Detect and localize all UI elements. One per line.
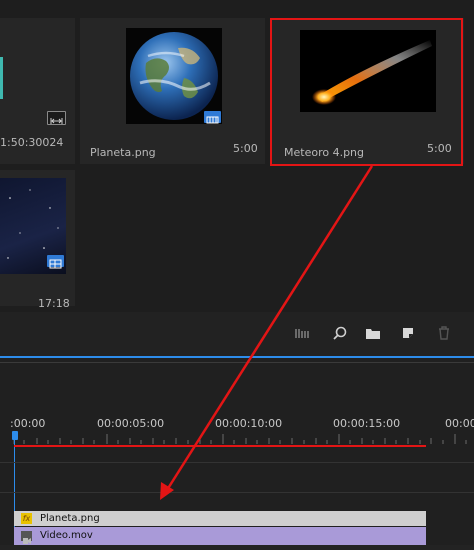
planeta-thumbnail [126, 28, 222, 124]
video-clip-icon [21, 531, 32, 544]
item-duration: 17:18 [38, 297, 70, 310]
timeline-clip-video[interactable]: Video.mov [14, 527, 426, 545]
image-badge-icon [204, 111, 221, 124]
project-item-planeta[interactable]: Planeta.png 5:00 [80, 18, 265, 164]
work-area-bar[interactable] [14, 445, 426, 447]
track-divider [0, 492, 474, 493]
playhead-handle[interactable] [12, 431, 18, 440]
ruler-label: :00:00 [10, 417, 46, 430]
track-divider [0, 462, 474, 463]
clip-sequence-icon [47, 111, 66, 125]
time-ruler[interactable] [0, 432, 474, 446]
divider [0, 362, 474, 363]
ruler-label: 00:00 [445, 417, 474, 430]
project-panel: 1:50:30024 Planeta.png 5:00 Meteoro 4.pn… [0, 0, 474, 312]
item-duration: 1:50:30024 [0, 136, 64, 149]
panel-focus-border [0, 356, 474, 358]
timeline-clip-planeta[interactable]: fx Planeta.png [14, 511, 426, 526]
new-item-icon[interactable] [400, 325, 416, 341]
project-item[interactable]: 1:50:30024 [0, 18, 75, 164]
item-name: Planeta.png [90, 146, 156, 159]
ruler-label: 00:00:15:00 [333, 417, 401, 430]
list-view-icon[interactable] [294, 325, 310, 341]
clip-name: Planeta.png [40, 513, 100, 524]
ruler-label: 00:00:05:00 [97, 417, 165, 430]
trash-icon[interactable] [436, 325, 452, 341]
project-item[interactable]: 17:18 [0, 170, 75, 310]
clip-name: Video.mov [40, 530, 93, 541]
selection-edge [0, 57, 3, 99]
selection-highlight [270, 18, 463, 166]
folder-icon[interactable] [365, 325, 381, 341]
item-duration: 5:00 [233, 142, 258, 155]
ruler-label: 00:00:10:00 [215, 417, 283, 430]
image-badge-icon [47, 255, 64, 269]
search-icon[interactable] [332, 325, 348, 341]
fx-badge-icon: fx [21, 513, 32, 524]
